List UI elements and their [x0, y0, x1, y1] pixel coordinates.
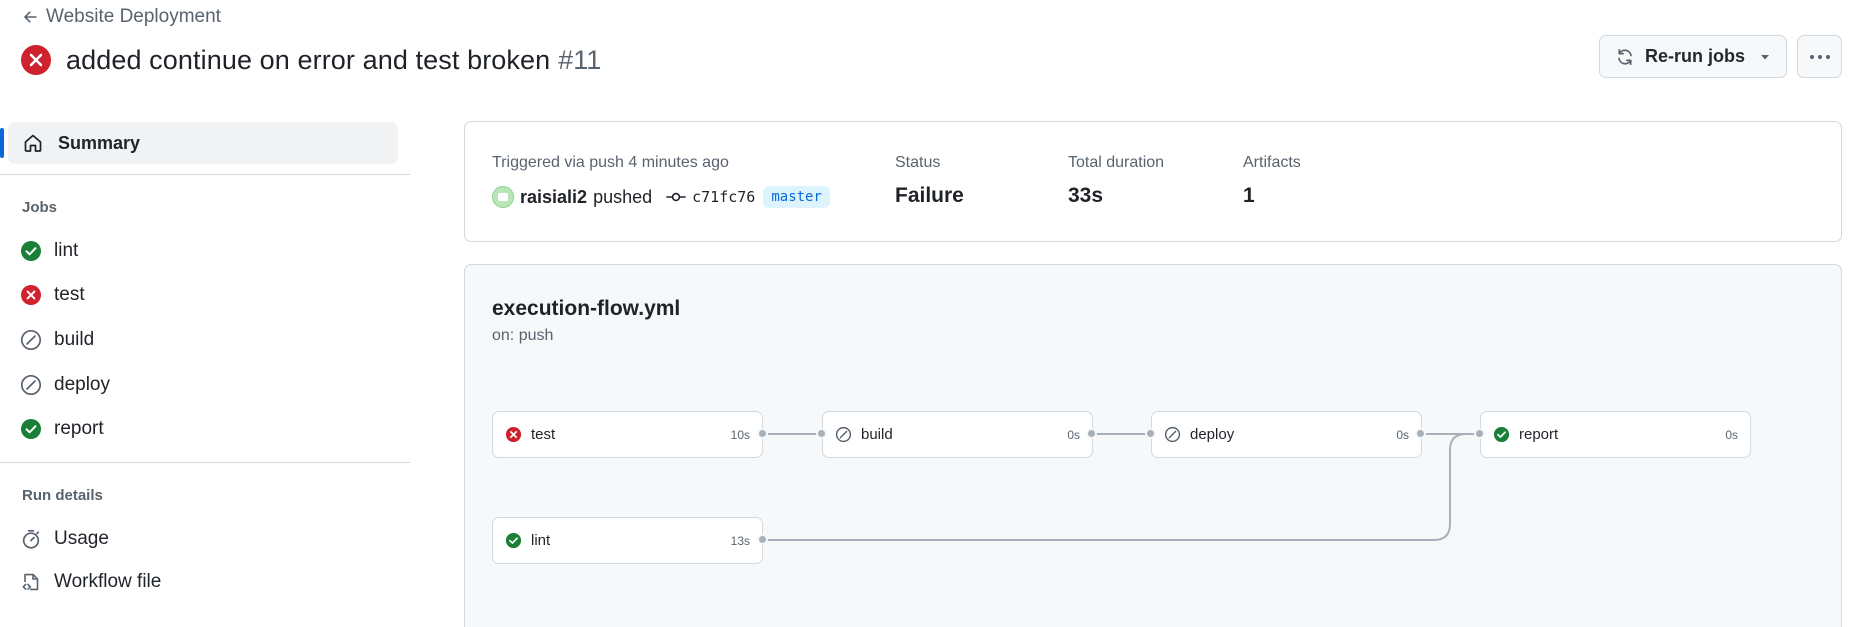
- home-icon: [24, 134, 42, 152]
- sidebar-job-test[interactable]: test: [20, 280, 85, 310]
- graph-port: [757, 534, 768, 545]
- sidebar-job-label: report: [54, 418, 104, 439]
- sidebar-item-usage[interactable]: Usage: [20, 524, 109, 554]
- skip-icon: [20, 374, 42, 396]
- sidebar-job-label: deploy: [54, 374, 110, 395]
- graph-job-report[interactable]: report 0s: [1480, 411, 1751, 458]
- back-link-label: Website Deployment: [46, 6, 221, 27]
- graph-job-name: report: [1519, 426, 1559, 443]
- sidebar-job-label: build: [54, 329, 95, 350]
- check-circle-fill-icon: [505, 532, 522, 549]
- trigger-text: Triggered via push 4 minutes ago: [492, 154, 729, 171]
- kebab-horizontal-icon: [1809, 54, 1830, 59]
- avatar[interactable]: [492, 186, 514, 208]
- graph-port: [1145, 428, 1156, 439]
- back-to-workflow-link[interactable]: Website Deployment: [22, 5, 221, 29]
- sidebar-job-label: test: [54, 284, 85, 305]
- sidebar-job-report[interactable]: report: [20, 414, 104, 444]
- duration-value: 33s: [1068, 184, 1104, 207]
- run-title-row: added continue on error and test broken #…: [20, 40, 601, 80]
- skip-icon: [1164, 426, 1181, 443]
- run-number: #11: [558, 44, 602, 75]
- sidebar-job-lint[interactable]: lint: [20, 236, 78, 266]
- workflow-graph-panel: execution-flow.yml on: push test 10s bui…: [464, 264, 1842, 627]
- graph-port: [816, 428, 827, 439]
- trigger-detail: raisiali2 pushed c71fc76 master: [492, 184, 830, 210]
- skip-icon: [835, 426, 852, 443]
- git-commit-icon: [666, 192, 686, 202]
- push-action: pushed: [593, 186, 653, 207]
- graph-job-name: test: [531, 426, 556, 443]
- status-label: Status: [895, 154, 941, 171]
- graph-job-name: lint: [531, 532, 551, 549]
- sidebar-divider: [0, 174, 410, 175]
- status-value: Failure: [895, 184, 964, 207]
- graph-port: [757, 428, 768, 439]
- graph-job-name: build: [861, 426, 893, 443]
- run-title: added continue on error and test broken: [66, 44, 551, 75]
- graph-job-duration: 0s: [1067, 427, 1080, 442]
- graph-port: [1474, 428, 1485, 439]
- rerun-jobs-label: Re-run jobs: [1644, 46, 1745, 66]
- artifacts-value[interactable]: 1: [1243, 184, 1255, 208]
- check-circle-fill-icon: [21, 419, 41, 439]
- check-circle-fill-icon: [21, 241, 41, 261]
- graph-job-duration: 10s: [730, 427, 750, 442]
- artifacts-label: Artifacts: [1243, 154, 1301, 171]
- page-title: added continue on error and test broken #…: [66, 45, 601, 76]
- sidebar-item-label: Usage: [54, 528, 109, 549]
- arrow-left-icon: [24, 11, 37, 23]
- graph-job-duration: 0s: [1396, 427, 1409, 442]
- graph-job-name: deploy: [1190, 426, 1235, 443]
- graph-port: [1415, 428, 1426, 439]
- sidebar-job-deploy[interactable]: deploy: [20, 370, 110, 400]
- graph-job-duration: 0s: [1725, 427, 1738, 442]
- sidebar-item-workflow-file[interactable]: Workflow file: [20, 567, 161, 597]
- graph-job-duration: 13s: [730, 533, 750, 548]
- duration-label: Total duration: [1068, 154, 1165, 171]
- graph-job-deploy[interactable]: deploy 0s: [1151, 411, 1422, 458]
- graph-job-build[interactable]: build 0s: [822, 411, 1093, 458]
- sidebar-job-label: lint: [54, 240, 79, 261]
- check-circle-fill-icon: [1493, 426, 1510, 443]
- branch-badge[interactable]: master: [763, 186, 830, 208]
- workflow-run-page: Website Deployment added continue on err…: [0, 0, 1862, 627]
- sync-icon: [1618, 48, 1632, 65]
- skip-icon: [20, 329, 42, 351]
- commit-sha-link[interactable]: c71fc76: [692, 188, 755, 206]
- run-summary-card: Triggered via push 4 minutes ago raisial…: [464, 121, 1842, 242]
- x-circle-fill-icon: [21, 45, 51, 75]
- sidebar-item-summary[interactable]: Summary: [0, 122, 398, 164]
- jobs-heading: Jobs: [22, 199, 58, 216]
- actor-link[interactable]: raisiali2: [520, 187, 587, 208]
- triangle-down-icon: [1761, 54, 1769, 59]
- graph-job-test[interactable]: test 10s: [492, 411, 763, 458]
- sidebar-item-summary-label: Summary: [58, 132, 141, 153]
- sidebar-item-label: Workflow file: [54, 571, 162, 592]
- file-code-icon: [22, 573, 39, 591]
- rerun-jobs-button[interactable]: Re-run jobs: [1599, 35, 1787, 78]
- sidebar-job-build[interactable]: build: [20, 325, 94, 355]
- x-circle-fill-icon: [21, 285, 41, 305]
- sidebar-divider: [0, 462, 410, 463]
- more-options-button[interactable]: [1797, 35, 1842, 78]
- x-circle-fill-icon: [505, 426, 522, 443]
- stopwatch-icon: [22, 529, 40, 549]
- graph-port: [1086, 428, 1097, 439]
- run-details-heading: Run details: [22, 487, 103, 504]
- graph-job-lint[interactable]: lint 13s: [492, 517, 763, 564]
